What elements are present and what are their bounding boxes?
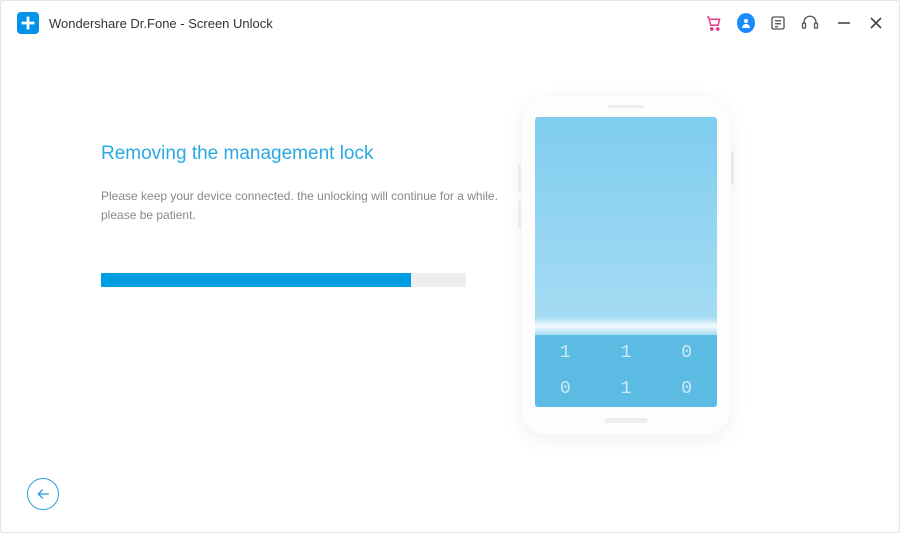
close-button[interactable] <box>869 16 883 30</box>
cart-icon[interactable] <box>705 14 723 32</box>
phone-side-button-icon <box>731 151 734 185</box>
subtext-line-2: please be patient. <box>101 208 196 222</box>
window-controls <box>837 16 883 30</box>
status-heading: Removing the management lock <box>101 143 521 165</box>
phone-speaker-icon <box>608 105 644 108</box>
app-window: Wondershare Dr.Fone - Screen Unlock <box>0 0 900 533</box>
feedback-icon[interactable] <box>769 14 787 32</box>
keypad-digit: 0 <box>535 371 596 407</box>
status-subtext: Please keep your device connected. the u… <box>101 187 521 225</box>
phone-home-icon <box>604 418 648 423</box>
titlebar-left: Wondershare Dr.Fone - Screen Unlock <box>17 12 273 34</box>
keypad-digit: 0 <box>656 371 717 407</box>
phone-illustration: 1 1 0 0 1 0 <box>521 95 731 435</box>
main-panel: Removing the management lock Please keep… <box>101 105 521 472</box>
phone-body: 1 1 0 0 1 0 <box>521 95 731 435</box>
subtext-line-1: Please keep your device connected. the u… <box>101 189 498 203</box>
phone-glare <box>535 317 717 335</box>
keypad-digit: 1 <box>535 335 596 371</box>
keypad-digit: 0 <box>656 335 717 371</box>
phone-screen: 1 1 0 0 1 0 <box>535 117 717 407</box>
app-title: Wondershare Dr.Fone - Screen Unlock <box>49 16 273 31</box>
phone-keypad-icon: 1 1 0 0 1 0 <box>535 335 717 407</box>
minimize-button[interactable] <box>837 16 851 30</box>
keypad-digit: 1 <box>596 371 657 407</box>
progress-bar <box>101 273 466 287</box>
back-button[interactable] <box>27 478 59 510</box>
app-logo-icon <box>17 12 39 34</box>
support-icon[interactable] <box>801 14 819 32</box>
content-area: Removing the management lock Please keep… <box>1 45 899 532</box>
progress-bar-fill <box>101 273 411 287</box>
keypad-digit: 1 <box>596 335 657 371</box>
titlebar: Wondershare Dr.Fone - Screen Unlock <box>1 1 899 45</box>
titlebar-right <box>705 14 883 32</box>
account-icon[interactable] <box>737 14 755 32</box>
